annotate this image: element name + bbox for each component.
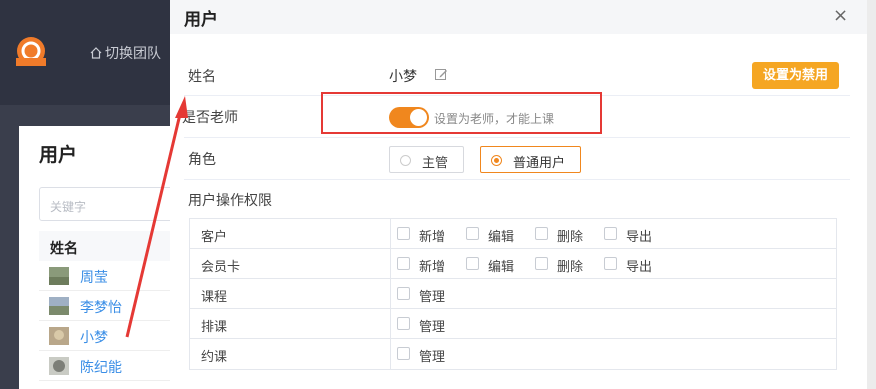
dialog-header: 用户 × <box>170 0 867 34</box>
annotation-highlight-box <box>321 92 602 134</box>
role-option-normal-user[interactable]: 普通用户 <box>480 146 581 173</box>
role-option-manager[interactable]: 主管 <box>389 146 464 173</box>
search-input[interactable]: 关键字 <box>39 187 189 221</box>
column-header-name[interactable]: 姓名 <box>39 231 189 261</box>
role-option-label: 主管 <box>422 156 449 171</box>
permission-option-label: 删除 <box>557 260 584 275</box>
checkbox-icon <box>397 227 410 240</box>
user-row[interactable]: 周莹 <box>39 261 189 291</box>
checkbox-icon <box>535 257 548 270</box>
checkbox-icon <box>604 227 617 240</box>
checkbox-icon <box>397 317 410 330</box>
app-logo-icon[interactable] <box>14 36 49 66</box>
checkbox-icon <box>397 257 410 270</box>
name-value: 小梦 <box>389 69 417 85</box>
checkbox-icon <box>604 257 617 270</box>
divider <box>390 219 391 249</box>
divider <box>390 279 391 309</box>
avatar <box>49 267 69 285</box>
permission-option-label: 导出 <box>626 260 653 275</box>
name-row: 姓名 <box>184 54 850 96</box>
permission-row: 课程 管理 <box>190 279 836 309</box>
permission-option-label: 管理 <box>419 320 446 335</box>
permission-row: 排课 管理 <box>190 309 836 339</box>
user-name-link[interactable]: 陈纪能 <box>80 357 122 377</box>
checkbox-icon <box>397 347 410 360</box>
permission-name: 课程 <box>201 290 228 305</box>
edit-icon[interactable] <box>434 67 448 81</box>
permission-row: 会员卡 新增 编辑 删除 导出 <box>190 249 836 279</box>
permission-name: 会员卡 <box>201 260 241 275</box>
role-label: 角色 <box>188 152 216 168</box>
user-row[interactable]: 李梦怡 <box>39 291 189 321</box>
avatar <box>49 327 69 345</box>
permission-option-label: 删除 <box>557 230 584 245</box>
permission-name: 约课 <box>201 350 228 365</box>
close-icon[interactable]: × <box>833 5 848 26</box>
permissions-table: 客户 新增 编辑 删除 导出 会员卡 新增 编辑 删除 导出 课程 管理 排课 … <box>189 218 837 370</box>
permission-row: 约课 管理 <box>190 339 836 369</box>
checkbox-icon <box>466 257 479 270</box>
checkbox-icon <box>535 227 548 240</box>
is-teacher-label: 是否老师 <box>182 110 238 126</box>
permission-name: 排课 <box>201 320 228 335</box>
user-dialog: 用户 × 姓名 小梦 设置为禁用 是否老师 设置为老师，才能上课 角色 主管 普… <box>170 0 876 389</box>
avatar <box>49 297 69 315</box>
divider <box>390 309 391 339</box>
home-icon <box>90 47 102 59</box>
set-disabled-button[interactable]: 设置为禁用 <box>752 62 839 89</box>
switch-team-label: 切换团队 <box>105 46 161 62</box>
users-panel: 用户 关键字 姓名 周莹 李梦怡 小梦 陈纪能 <box>19 126 189 389</box>
permission-row: 客户 新增 编辑 删除 导出 <box>190 219 836 249</box>
permission-name: 客户 <box>201 230 228 245</box>
checkbox-icon <box>466 227 479 240</box>
permission-option-label: 新增 <box>419 260 446 275</box>
dialog-title: 用户 <box>184 10 218 30</box>
permission-option-label: 编辑 <box>488 260 515 275</box>
user-row[interactable]: 小梦 <box>39 321 189 351</box>
avatar <box>49 357 69 375</box>
users-panel-title: 用户 <box>39 144 78 166</box>
checkbox-icon <box>397 287 410 300</box>
name-label: 姓名 <box>188 69 216 85</box>
user-row[interactable]: 陈纪能 <box>39 351 189 381</box>
divider <box>390 249 391 279</box>
permission-option-label: 编辑 <box>488 230 515 245</box>
permissions-title: 用户操作权限 <box>188 193 272 209</box>
switch-team-link[interactable]: 切换团队 <box>89 43 161 63</box>
scrollbar[interactable] <box>867 0 876 389</box>
permission-option-label: 管理 <box>419 290 446 305</box>
permission-option-label: 新增 <box>419 230 446 245</box>
radio-checked-icon <box>491 155 502 166</box>
radio-icon <box>400 155 411 166</box>
user-name-link[interactable]: 周莹 <box>80 267 108 287</box>
permission-option-label: 管理 <box>419 350 446 365</box>
user-name-link[interactable]: 小梦 <box>80 327 108 347</box>
user-name-link[interactable]: 李梦怡 <box>80 297 122 317</box>
divider <box>390 339 391 369</box>
role-option-label: 普通用户 <box>513 156 566 171</box>
permission-option-label: 导出 <box>626 230 653 245</box>
